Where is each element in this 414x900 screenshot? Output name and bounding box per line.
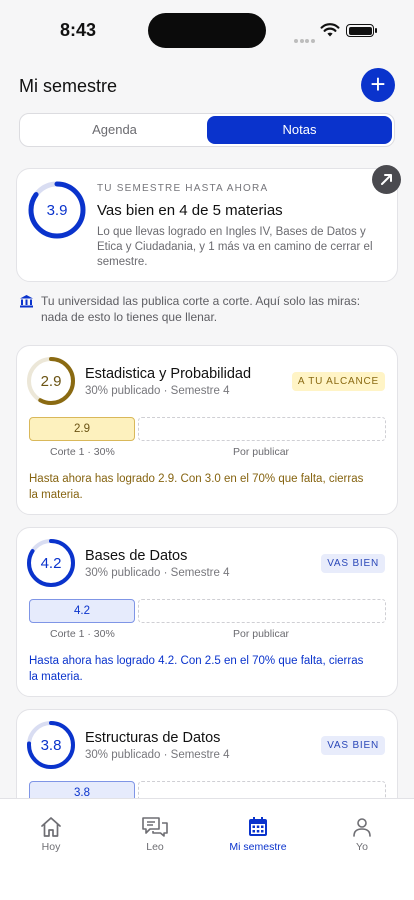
battery-icon: [346, 24, 377, 37]
course-grade-value: 2.9: [40, 372, 62, 390]
person-icon: [353, 818, 371, 837]
tab-agenda[interactable]: Agenda: [22, 116, 207, 144]
tab-notas[interactable]: Notas: [207, 116, 392, 144]
corte-label: Corte 1 · 30%: [50, 446, 115, 458]
add-button[interactable]: +: [361, 68, 395, 102]
wifi-icon: [320, 23, 340, 37]
course-name: Estructuras de Datos: [85, 730, 221, 746]
corte-bar: 4.2: [29, 599, 135, 623]
corte-bar: 2.9: [29, 417, 135, 441]
course-grade-ring: 2.9: [26, 356, 76, 406]
nav-item-leo[interactable]: Leo: [115, 815, 195, 853]
nav-item-yo[interactable]: Yo: [322, 815, 402, 853]
course-message: Hasta ahora has logrado 4.2. Con 2.5 en …: [29, 655, 364, 683]
dynamic-island: [148, 13, 266, 48]
pending-label: Por publicar: [233, 628, 290, 640]
status-badge: VAS BIEN: [321, 736, 385, 755]
nav-label: Mi semestre: [229, 841, 287, 853]
university-icon: [20, 295, 33, 308]
status-bar: 8:43: [0, 0, 414, 60]
expand-arrow-icon: [381, 174, 392, 185]
expand-button[interactable]: [372, 165, 401, 194]
home-icon: [41, 817, 61, 837]
nav-label: Hoy: [41, 841, 61, 853]
course-name: Estadistica y Probabilidad: [85, 366, 252, 382]
semester-grade-value: 3.9: [46, 201, 68, 219]
view-segmented-control: Agenda Notas: [19, 113, 395, 147]
pending-bar: [138, 417, 386, 441]
status-time: 8:43: [60, 20, 97, 40]
page-title: Mi semestre: [19, 76, 118, 96]
course-subtitle: 30% publicado · Semestre 4: [85, 567, 230, 579]
course-grade-value: 3.8: [40, 736, 62, 754]
pending-label: Por publicar: [233, 446, 290, 458]
course-message: Hasta ahora has logrado 2.9. Con 3.0 en …: [29, 473, 364, 501]
nav-label: Leo: [146, 841, 164, 853]
nav-label: Yo: [356, 841, 368, 853]
course-card[interactable]: 2.9 Estadistica y Probabilidad 30% publi…: [16, 345, 398, 515]
course-name: Bases de Datos: [85, 548, 188, 564]
info-note: Tu universidad las publica corte a corte…: [19, 293, 379, 325]
course-card[interactable]: 4.2 Bases de Datos 30% publicado · Semes…: [16, 527, 398, 697]
semester-grade-ring: 3.9: [27, 180, 87, 240]
course-grade-ring: 4.2: [26, 538, 76, 588]
corte-label: Corte 1 · 30%: [50, 628, 115, 640]
course-subtitle: 30% publicado · Semestre 4: [85, 385, 230, 397]
course-subtitle: 30% publicado · Semestre 4: [85, 749, 230, 761]
status-badge: A TU ALCANCE: [291, 372, 385, 391]
summary-body: Lo que llevas logrado en Ingles IV, Base…: [97, 226, 373, 268]
chat-icon: [142, 817, 168, 837]
summary-title: Vas bien en 4 de 5 materias: [97, 202, 283, 219]
bottom-tab-bar: Hoy Leo Mi semestre Yo: [0, 798, 414, 900]
calendar-icon: [249, 817, 267, 836]
nav-item-hoy[interactable]: Hoy: [11, 815, 91, 853]
course-grade-value: 4.2: [40, 554, 62, 572]
course-grade-ring: 3.8: [26, 720, 76, 770]
info-note-text: Tu universidad las publica corte a corte…: [41, 294, 361, 324]
nav-item-mi-semestre[interactable]: Mi semestre: [218, 815, 298, 853]
status-badge: VAS BIEN: [321, 554, 385, 573]
summary-kicker: TU SEMESTRE HASTA AHORA: [97, 183, 269, 194]
pending-bar: [138, 599, 386, 623]
signal-icon: [294, 30, 316, 43]
semester-summary-card[interactable]: 3.9 TU SEMESTRE HASTA AHORA Vas bien en …: [16, 168, 398, 282]
